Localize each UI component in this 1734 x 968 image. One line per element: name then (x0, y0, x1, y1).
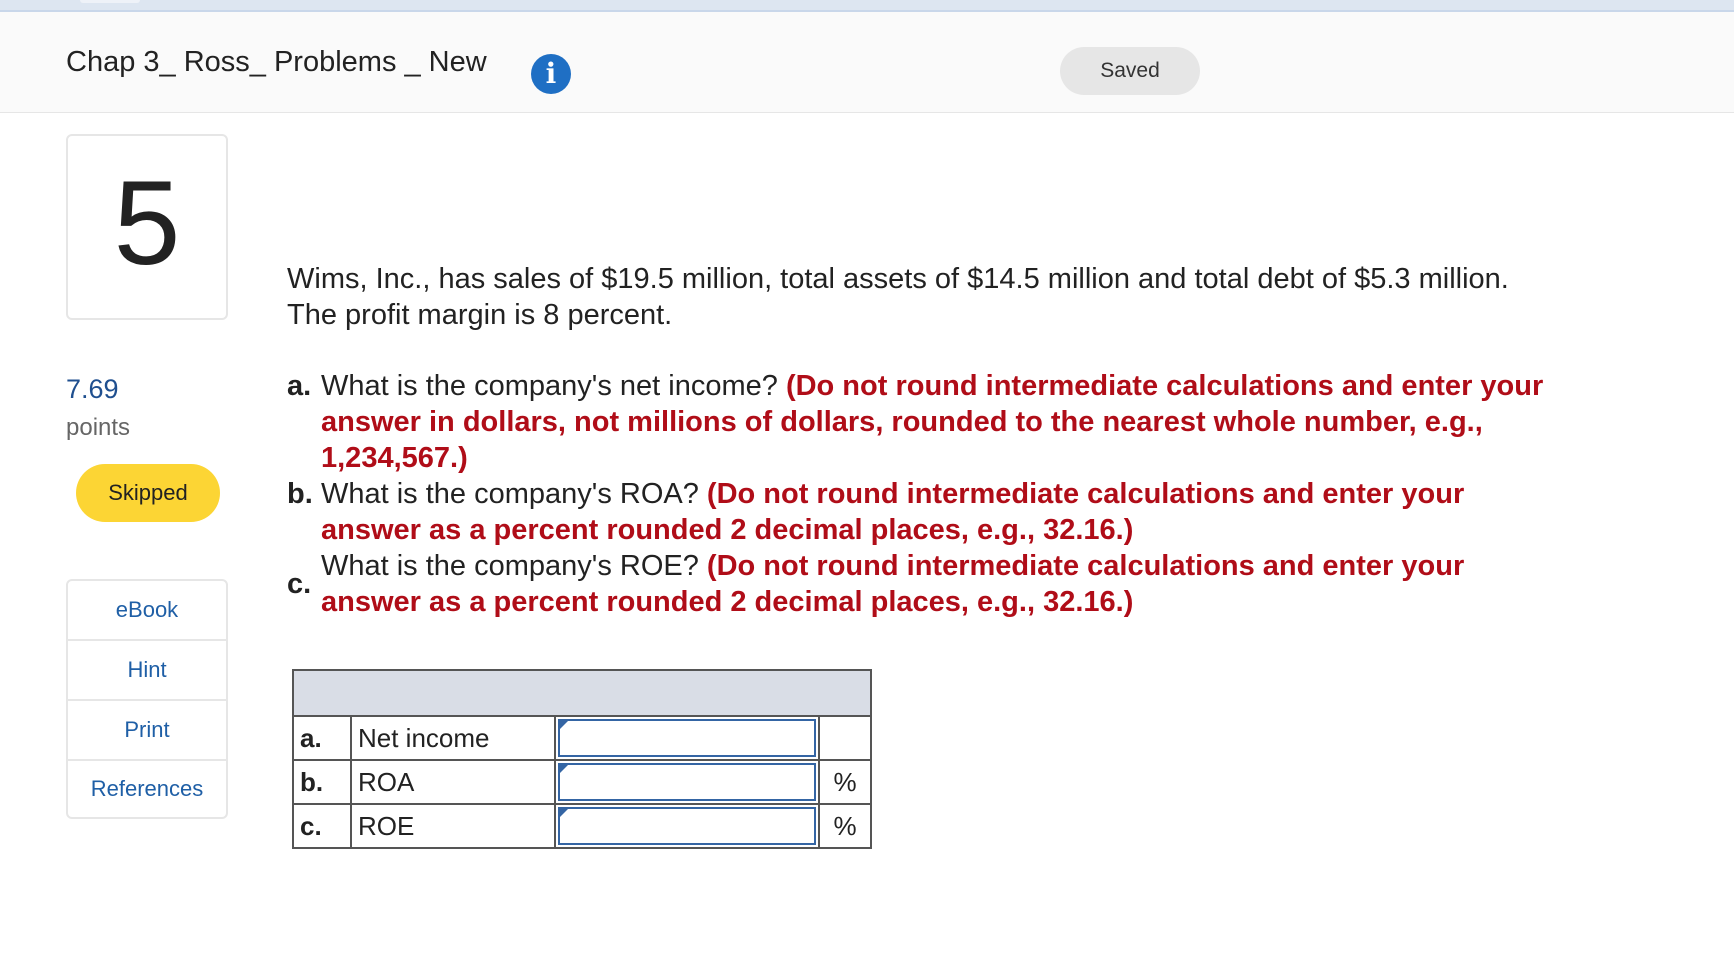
net-income-input-cell (554, 715, 820, 761)
row-unit: % (818, 803, 872, 849)
question-stem-text: Wims, Inc., has sales of $19.5 million, … (287, 263, 1509, 331)
question-stem: Wims, Inc., has sales of $19.5 million, … (287, 261, 1547, 333)
question-number: 5 (113, 156, 181, 290)
question-parts: a. What is the company's net income? (Do… (287, 368, 1547, 620)
hint-link[interactable]: Hint (68, 641, 226, 701)
question-part-b: b. What is the company's ROA? (Do not ro… (287, 476, 1547, 548)
answer-row-roe: c. ROE % (292, 803, 872, 849)
part-letter: c. (287, 568, 312, 600)
answer-table-header-cell (292, 669, 872, 717)
question-part-a: a. What is the company's net income? (Do… (287, 368, 1547, 476)
question-number-card: 5 (66, 134, 228, 320)
row-label: Net income (350, 715, 556, 761)
part-letter: a. (287, 370, 312, 402)
question-part-c: c. What is the company's ROE? (Do not ro… (287, 548, 1547, 620)
print-link[interactable]: Print (68, 701, 226, 761)
answer-row-net-income: a. Net income (292, 715, 872, 761)
net-income-input[interactable] (558, 719, 816, 757)
input-flag-icon (558, 807, 570, 819)
references-link[interactable]: References (68, 761, 226, 817)
assignment-header: Chap 3_ Ross_ Problems _ New i Saved (0, 12, 1734, 113)
row-letter: a. (292, 715, 352, 761)
answer-table: a. Net income b. ROA % c. ROE % (292, 669, 872, 849)
roe-input[interactable] (558, 807, 816, 845)
row-label: ROA (350, 759, 556, 805)
answer-table-header (292, 669, 872, 717)
part-letter: b. (287, 478, 313, 510)
part-question: What is the company's ROA? (321, 478, 699, 510)
row-unit: % (818, 759, 872, 805)
skipped-status-badge: Skipped (76, 464, 220, 522)
answer-row-roa: b. ROA % (292, 759, 872, 805)
part-question: What is the company's net income? (321, 370, 778, 402)
roe-input-cell (554, 803, 820, 849)
part-question: What is the company's ROE? (321, 550, 699, 582)
input-flag-icon (558, 719, 570, 731)
info-icon[interactable]: i (531, 54, 571, 94)
row-letter: c. (292, 803, 352, 849)
input-flag-icon (558, 763, 570, 775)
row-letter: b. (292, 759, 352, 805)
points-label: points (66, 414, 131, 441)
ebook-link[interactable]: eBook (68, 581, 226, 641)
tab-edge (80, 0, 140, 3)
question-tools: eBook Hint Print References (66, 579, 228, 819)
assignment-title: Chap 3_ Ross_ Problems _ New (66, 46, 487, 78)
row-unit (818, 715, 872, 761)
roa-input-cell (554, 759, 820, 805)
browser-top-strip (0, 0, 1734, 12)
points-value: 7.69 (66, 374, 119, 404)
roa-input[interactable] (558, 763, 816, 801)
row-label: ROE (350, 803, 556, 849)
saved-status-badge: Saved (1060, 47, 1200, 95)
